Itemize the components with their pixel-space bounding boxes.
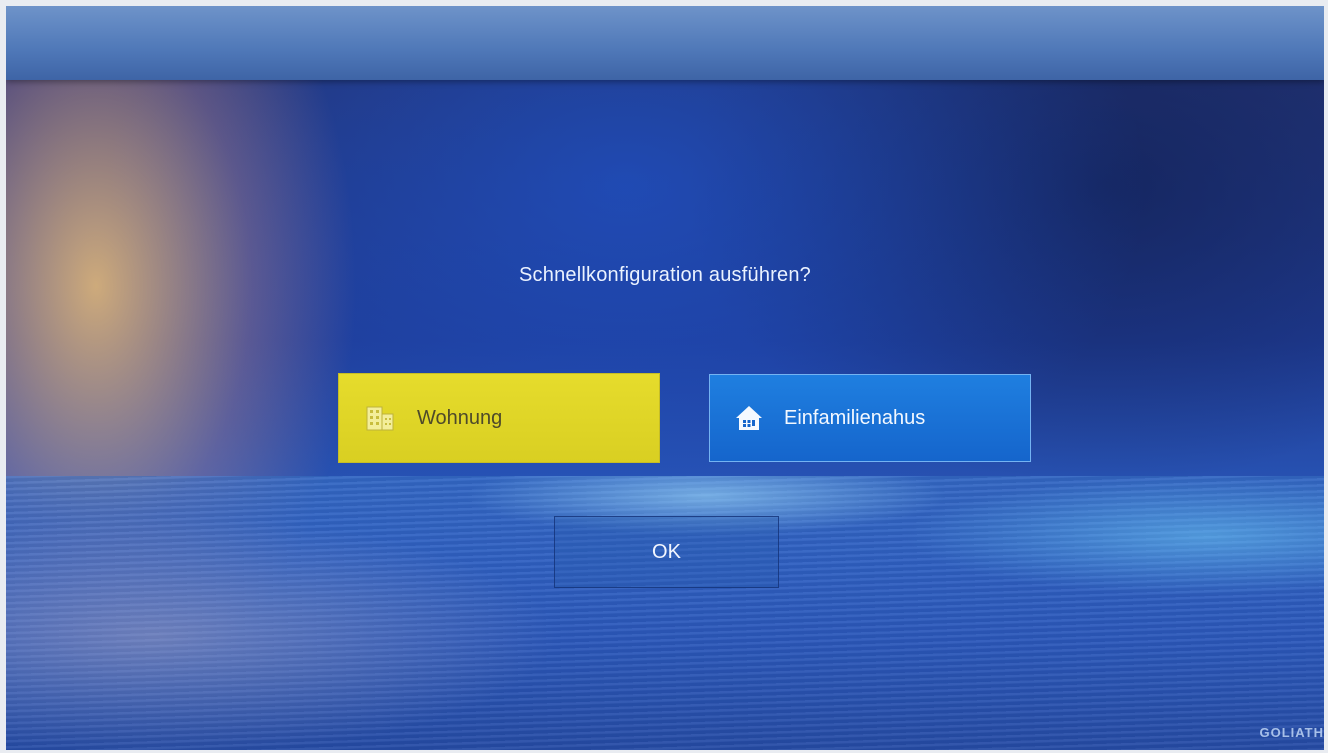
option-wohnung-label: Wohnung <box>417 406 503 429</box>
option-einfamilienhaus[interactable]: Einfamilienahus <box>709 374 1031 462</box>
ok-button[interactable]: OK <box>554 516 779 588</box>
house-icon <box>734 403 764 433</box>
apartment-building-icon <box>365 403 395 433</box>
screen: Schnellkonfiguration ausführen? Wohnung <box>6 6 1324 750</box>
option-wohnung[interactable]: Wohnung <box>338 373 660 463</box>
dialog-prompt: Schnellkonfiguration ausführen? <box>519 264 811 286</box>
brand-watermark: GOLIATH <box>1259 725 1324 740</box>
option-einfamilienhaus-label: Einfamilienahus <box>784 406 926 429</box>
top-band <box>6 6 1324 80</box>
